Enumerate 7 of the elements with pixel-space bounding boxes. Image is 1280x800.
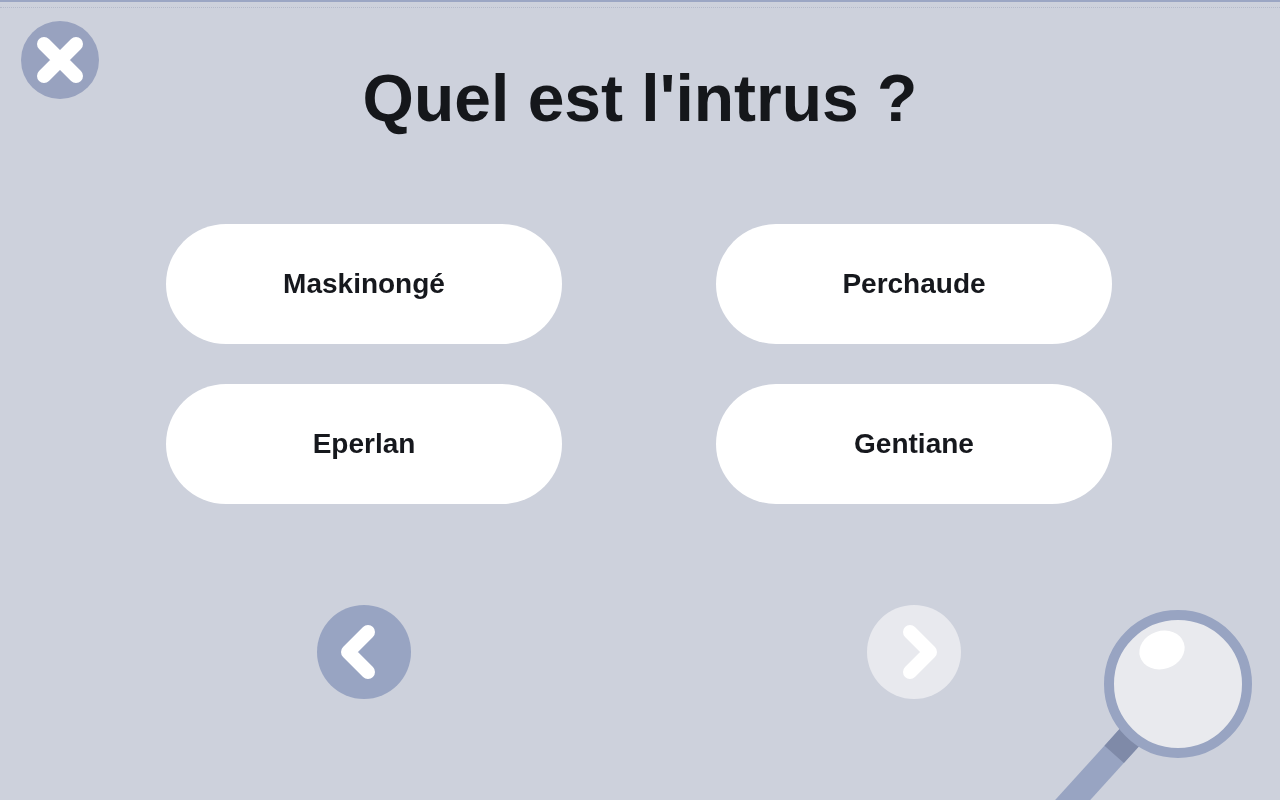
answer-option[interactable]: Maskinongé xyxy=(166,224,562,344)
answer-option[interactable]: Gentiane xyxy=(716,384,1112,504)
chevron-left-icon xyxy=(341,625,375,679)
close-icon xyxy=(21,21,99,99)
close-button[interactable] xyxy=(21,21,99,99)
answer-option[interactable]: Perchaude xyxy=(716,224,1112,344)
answer-option[interactable]: Eperlan xyxy=(166,384,562,504)
